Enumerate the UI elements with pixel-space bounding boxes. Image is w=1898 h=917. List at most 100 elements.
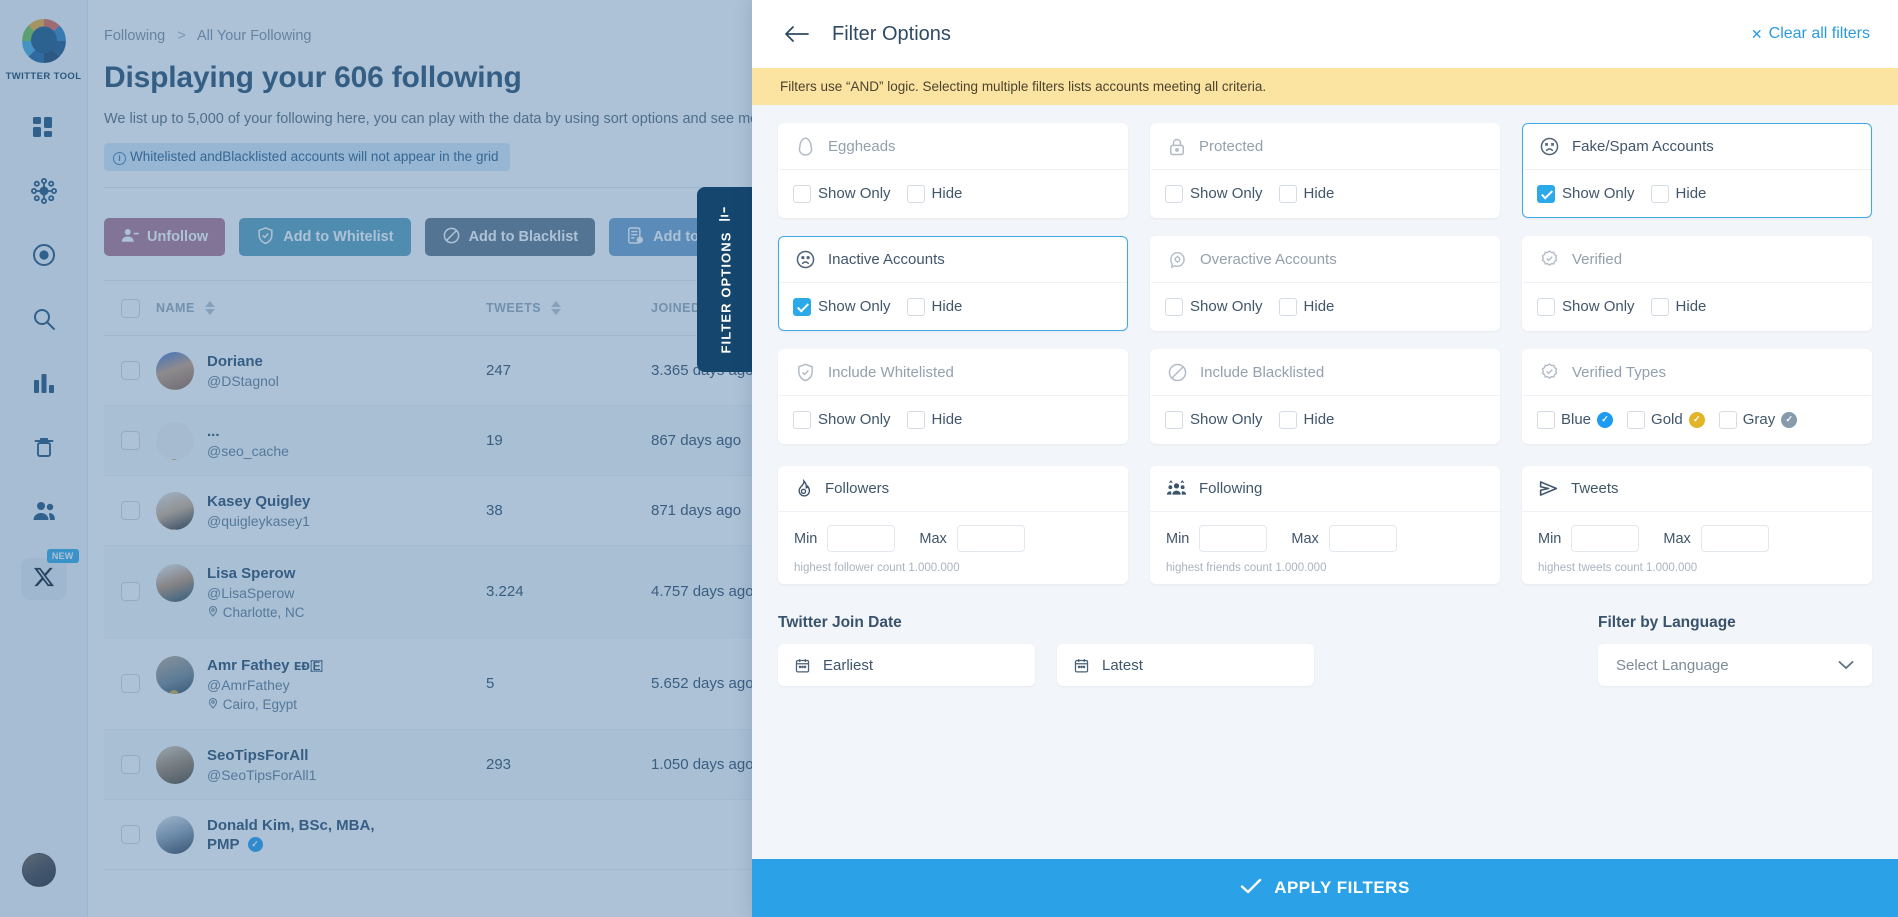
show-only-option[interactable]: Show Only <box>1165 184 1263 203</box>
filter-card-eggheads[interactable]: Eggheads Show Only Hide <box>778 123 1128 218</box>
hide-checkbox[interactable] <box>906 410 925 429</box>
show-only-option[interactable]: Show Only <box>793 297 891 316</box>
show-only-checkbox[interactable] <box>1165 297 1183 316</box>
add-to-blacklist-button[interactable]: Add to Blacklist <box>424 218 596 256</box>
add-to-whitelist-button[interactable]: Add to Whitelist <box>239 218 411 256</box>
select-all-checkbox[interactable] <box>120 298 140 318</box>
filter-card-include-whitelisted[interactable]: Include Whitelisted Show Only Hide <box>778 349 1128 444</box>
show-only-option[interactable]: Show Only <box>1537 184 1635 203</box>
row-checkbox[interactable] <box>120 674 140 693</box>
show-only-checkbox[interactable] <box>1537 184 1555 203</box>
filter-card-fake-spam-accounts[interactable]: Fake/Spam Accounts Show Only Hide <box>1522 123 1872 218</box>
hide-option[interactable]: Hide <box>906 297 962 316</box>
column-header-tweets[interactable]: TWEETS <box>486 301 651 315</box>
row-checkbox-cell[interactable] <box>104 755 156 774</box>
following-min-input[interactable] <box>1199 525 1268 552</box>
network-icon <box>30 177 58 205</box>
hide-checkbox[interactable] <box>906 297 925 316</box>
earliest-date-input[interactable]: Earliest <box>778 644 1035 686</box>
followers-max-input[interactable] <box>956 525 1025 552</box>
tweets-min-input[interactable] <box>1571 525 1640 552</box>
sidebar-item-search[interactable] <box>21 302 67 336</box>
filter-icon <box>717 205 736 221</box>
row-tweets: 247 <box>486 362 512 379</box>
hide-checkbox[interactable] <box>1650 184 1669 203</box>
unfollow-button[interactable]: Unfollow <box>104 218 226 256</box>
verified-type-gray[interactable]: Gray ✓ <box>1718 410 1798 429</box>
gold-checkbox[interactable] <box>1627 410 1646 429</box>
sidebar-item-trash[interactable] <box>21 430 67 464</box>
column-header-name[interactable]: NAME <box>156 301 486 315</box>
row-checkbox-cell[interactable] <box>104 361 156 380</box>
show-only-option[interactable]: Show Only <box>793 410 891 429</box>
hide-option[interactable]: Hide <box>906 184 962 203</box>
hide-option[interactable]: Hide <box>1650 297 1706 316</box>
show-only-checkbox[interactable] <box>1165 410 1183 429</box>
apply-filters-button[interactable]: APPLY FILTERS <box>752 859 1898 917</box>
show-only-checkbox[interactable] <box>793 410 811 429</box>
show-only-checkbox[interactable] <box>793 297 811 316</box>
user-avatar[interactable] <box>22 853 56 887</box>
filter-card-protected[interactable]: Protected Show Only Hide <box>1150 123 1500 218</box>
clear-all-filters-button[interactable]: ✕ Clear all filters <box>1751 25 1870 43</box>
sidebar-item-people[interactable] <box>21 494 67 528</box>
sidebar-item-x[interactable]: NEW <box>20 549 79 600</box>
sidebar-item-dashboard[interactable] <box>21 110 67 144</box>
row-checkbox[interactable] <box>120 825 140 844</box>
filter-card-include-blacklisted[interactable]: Include Blacklisted Show Only Hide <box>1150 349 1500 444</box>
breadcrumb-current[interactable]: All Your Following <box>197 28 311 44</box>
select-all-cell[interactable] <box>104 298 156 318</box>
show-only-checkbox[interactable] <box>793 184 811 203</box>
hide-checkbox[interactable] <box>1278 297 1297 316</box>
row-checkbox-cell[interactable] <box>104 501 156 520</box>
sidebar-item-analytics[interactable] <box>21 366 67 400</box>
row-checkbox-cell[interactable] <box>104 431 156 450</box>
verified-type-gold[interactable]: Gold ✓ <box>1627 410 1705 429</box>
show-only-option[interactable]: Show Only <box>1165 410 1263 429</box>
hide-checkbox[interactable] <box>1650 297 1669 316</box>
row-checkbox[interactable] <box>120 431 140 450</box>
hide-option[interactable]: Hide <box>1278 184 1334 203</box>
show-only-option[interactable]: Show Only <box>1165 297 1263 316</box>
sidebar-item-network[interactable] <box>21 174 67 208</box>
verified-type-blue[interactable]: Blue ✓ <box>1537 410 1614 429</box>
hide-checkbox[interactable] <box>906 184 925 203</box>
filter-card-verified-types[interactable]: Verified Types Blue ✓ Gold ✓ Gray ✓ <box>1522 349 1872 444</box>
filter-card-overactive-accounts[interactable]: Overactive Accounts Show Only Hide <box>1150 236 1500 331</box>
hide-checkbox[interactable] <box>1278 410 1297 429</box>
followers-min-input[interactable] <box>827 525 896 552</box>
latest-date-input[interactable]: Latest <box>1057 644 1314 686</box>
row-tweets: 3.224 <box>486 583 524 600</box>
row-checkbox[interactable] <box>120 361 140 380</box>
row-checkbox-cell[interactable] <box>104 582 156 601</box>
tweets-max-input[interactable] <box>1700 525 1769 552</box>
hide-checkbox[interactable] <box>1278 184 1297 203</box>
language-select[interactable]: Select Language <box>1598 644 1872 686</box>
hide-option[interactable]: Hide <box>906 410 962 429</box>
row-checkbox[interactable] <box>120 755 140 774</box>
hide-option[interactable]: Hide <box>1278 410 1334 429</box>
gray-checkbox[interactable] <box>1718 410 1737 429</box>
show-only-checkbox[interactable] <box>1537 297 1555 316</box>
hide-option[interactable]: Hide <box>1278 297 1334 316</box>
row-checkbox[interactable] <box>120 582 140 601</box>
blue-checkbox[interactable] <box>1537 410 1555 429</box>
show-only-checkbox[interactable] <box>1165 184 1183 203</box>
filter-card-inactive-accounts[interactable]: Inactive Accounts Show Only Hide <box>778 236 1128 331</box>
arrow-left-icon[interactable] <box>784 24 810 44</box>
following-max-input[interactable] <box>1328 525 1397 552</box>
app-logo[interactable]: TWITTER TOOL <box>6 14 82 82</box>
show-only-option[interactable]: Show Only <box>793 184 891 203</box>
row-checkbox-cell[interactable] <box>104 674 156 693</box>
sort-arrows-name[interactable] <box>204 301 215 315</box>
filter-options-tab[interactable]: FILTER OPTIONS <box>697 187 755 372</box>
row-checkbox[interactable] <box>120 501 140 520</box>
show-only-option[interactable]: Show Only <box>1537 297 1635 316</box>
sort-arrows-tweets[interactable] <box>551 301 562 315</box>
filter-card-verified[interactable]: Verified Show Only Hide <box>1522 236 1872 331</box>
filter-card-title: Protected <box>1199 138 1264 155</box>
row-checkbox-cell[interactable] <box>104 825 156 844</box>
breadcrumb-parent[interactable]: Following <box>104 28 165 44</box>
hide-option[interactable]: Hide <box>1650 184 1706 203</box>
sidebar-item-target[interactable] <box>21 238 67 272</box>
